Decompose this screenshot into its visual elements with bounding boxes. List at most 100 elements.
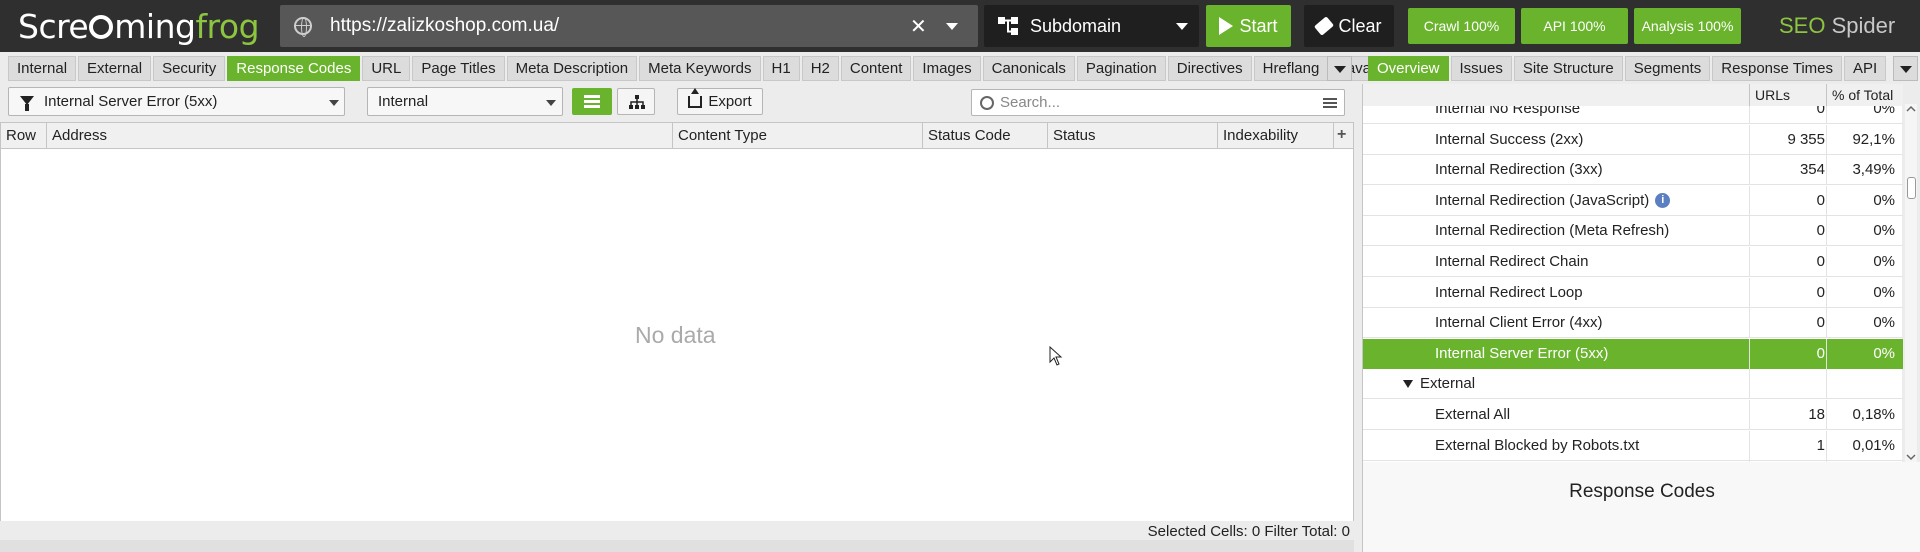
globe-icon — [294, 17, 312, 37]
info-icon[interactable]: i — [1655, 193, 1671, 209]
right-tab-overflow-chevron-down-icon[interactable] — [1893, 56, 1918, 81]
right-tab-site-structure[interactable]: Site Structure — [1513, 56, 1623, 81]
upload-icon — [688, 87, 703, 108]
tree-row[interactable]: Internal No Response 0 0% — [1363, 106, 1903, 124]
list-view-button[interactable] — [572, 88, 612, 115]
overview-vertical-scrollbar[interactable] — [1905, 104, 1917, 462]
tab-images[interactable]: Images — [913, 56, 981, 81]
column-header-status-code[interactable]: Status Code — [923, 123, 1048, 149]
clear-button[interactable]: Clear — [1304, 5, 1394, 47]
cell-divider — [1826, 369, 1827, 400]
analysis-progress-button[interactable]: Analysis 100% — [1634, 8, 1741, 44]
tree-row[interactable]: Internal Client Error (4xx) 0 0% — [1363, 308, 1903, 339]
tab-external[interactable]: External — [78, 56, 152, 81]
scroll-thumb[interactable] — [1907, 177, 1916, 199]
tree-row[interactable]: Internal Redirect Chain 0 0% — [1363, 247, 1903, 277]
scroll-up-chevron-icon[interactable] — [1906, 104, 1916, 114]
right-tab-api[interactable]: API — [1844, 56, 1887, 81]
product-seo: SEO — [1779, 13, 1826, 38]
url-history-chevron-down-icon[interactable] — [946, 23, 958, 30]
tree-group-row[interactable]: External — [1363, 369, 1903, 400]
start-button[interactable]: Start — [1206, 5, 1291, 47]
tree-view-button[interactable] — [617, 88, 655, 115]
column-header-status[interactable]: Status — [1048, 123, 1218, 149]
row-urls-count: 0 — [1816, 314, 1825, 332]
table-header: Row Address Content Type Status Code Sta… — [1, 123, 1353, 149]
filter-select[interactable]: Internal Server Error (5xx) — [8, 87, 345, 116]
column-header-pct-total[interactable]: % of Total — [1826, 84, 1903, 106]
tab-security[interactable]: Security — [153, 56, 226, 81]
tab-hreflang[interactable]: Hreflang — [1253, 56, 1329, 81]
list-icon-line — [584, 105, 600, 108]
column-header-address[interactable]: Address — [47, 123, 673, 149]
row-urls-count: 18 — [1808, 406, 1825, 423]
tree-row[interactable]: External Blocked by Robots.txt 1 0,01% — [1363, 430, 1903, 461]
tree-row[interactable]: Internal Server Error (5xx) 0 0% — [1363, 338, 1903, 369]
url-input[interactable]: https://zalizkoshop.com.ua/ ✕ — [280, 5, 978, 47]
list-icon-line — [584, 100, 600, 103]
right-tab-segments[interactable]: Segments — [1624, 56, 1711, 81]
right-tab-bar: Overview Issues Site Structure Segments Resp… — [1368, 56, 1888, 81]
row-percent: 3,49% — [1852, 161, 1895, 179]
app-logo: Scre ming frog — [18, 7, 260, 46]
search-input[interactable]: Search... — [971, 89, 1345, 116]
crawl-progress-button[interactable]: Crawl 100% — [1408, 8, 1515, 44]
overview-panel: URLs % of Total Internal No Response 0 0% I… — [1362, 84, 1903, 462]
cell-divider — [1826, 308, 1827, 339]
expand-triangle-icon[interactable] — [1403, 380, 1413, 389]
tab-overflow-chevron-down-icon[interactable] — [1327, 56, 1352, 81]
row-label: External — [1420, 375, 1476, 393]
tree-row[interactable]: Internal Redirection (Meta Refresh) 0 0% — [1363, 216, 1903, 247]
row-label: Internal Redirect Chain — [1435, 253, 1589, 270]
add-column-plus-icon[interactable]: + — [1337, 126, 1346, 144]
column-header-row[interactable]: Row — [1, 123, 47, 149]
product-name: SEO Spider — [1779, 13, 1895, 39]
right-tab-response-times[interactable]: Response Times — [1712, 56, 1843, 81]
right-tab-overview[interactable]: Overview — [1368, 56, 1449, 81]
tab-canonicals[interactable]: Canonicals — [982, 56, 1075, 81]
cell-divider — [1826, 277, 1827, 308]
tree-row[interactable]: Internal Redirection (JavaScript) i 0 0% — [1363, 185, 1903, 216]
tab-pagination[interactable]: Pagination — [1076, 56, 1166, 81]
scope-select[interactable]: Internal — [367, 87, 563, 116]
tab-h2[interactable]: H2 — [801, 56, 839, 81]
row-urls-count: 354 — [1799, 161, 1825, 179]
tab-meta-keywords[interactable]: Meta Keywords — [639, 56, 761, 81]
horizontal-scrollbar[interactable] — [0, 540, 1354, 552]
scroll-down-chevron-icon[interactable] — [1906, 452, 1916, 462]
tab-response-codes[interactable]: Response Codes — [227, 56, 361, 81]
crawl-mode-select[interactable]: Subdomain — [984, 5, 1199, 47]
column-header-indexability[interactable]: Indexability — [1218, 123, 1334, 149]
tab-meta-description[interactable]: Meta Description — [506, 56, 638, 81]
tab-internal[interactable]: Internal — [8, 56, 77, 81]
eraser-icon — [1314, 16, 1335, 36]
cell-divider — [1749, 369, 1750, 400]
api-progress-button[interactable]: API 100% — [1521, 8, 1628, 44]
cell-divider — [1826, 430, 1827, 461]
row-label: Internal Redirection (Meta Refresh) — [1435, 222, 1670, 240]
column-header-content-type[interactable]: Content Type — [673, 123, 923, 149]
row-label: External Blocked by Robots.txt — [1435, 436, 1640, 454]
filter-selected-label: Internal Server Error (5xx) — [44, 93, 218, 110]
row-urls-count: 1 — [1816, 436, 1825, 454]
tree-row[interactable]: Internal Success (2xx) 9 355 92,1% — [1363, 124, 1903, 155]
tab-content[interactable]: Content — [840, 56, 912, 81]
url-text[interactable]: https://zalizkoshop.com.ua/ — [330, 15, 559, 37]
right-tab-issues[interactable]: Issues — [1450, 56, 1512, 81]
tab-page-titles[interactable]: Page Titles — [412, 56, 505, 81]
search-options-sliders-icon[interactable] — [1323, 97, 1337, 109]
export-button[interactable]: Export — [677, 87, 763, 115]
tab-directives[interactable]: Directives — [1167, 56, 1252, 81]
row-urls-count: 9 355 — [1787, 130, 1825, 148]
tab-url[interactable]: URL — [362, 56, 411, 81]
column-header-urls[interactable]: URLs — [1749, 84, 1826, 106]
tree-row[interactable]: Internal Redirect Loop 0 0% — [1363, 277, 1903, 308]
clear-url-icon[interactable]: ✕ — [910, 14, 927, 39]
row-percent: 0% — [1873, 191, 1895, 209]
tree-row[interactable]: External All 18 0,18% — [1363, 400, 1903, 430]
chart-panel: Response Codes — [1362, 462, 1920, 552]
row-urls-count: 0 — [1816, 344, 1825, 362]
tab-h1[interactable]: H1 — [762, 56, 800, 81]
row-percent: 0% — [1873, 283, 1895, 301]
tree-row[interactable]: Internal Redirection (3xx) 354 3,49% — [1363, 155, 1903, 186]
